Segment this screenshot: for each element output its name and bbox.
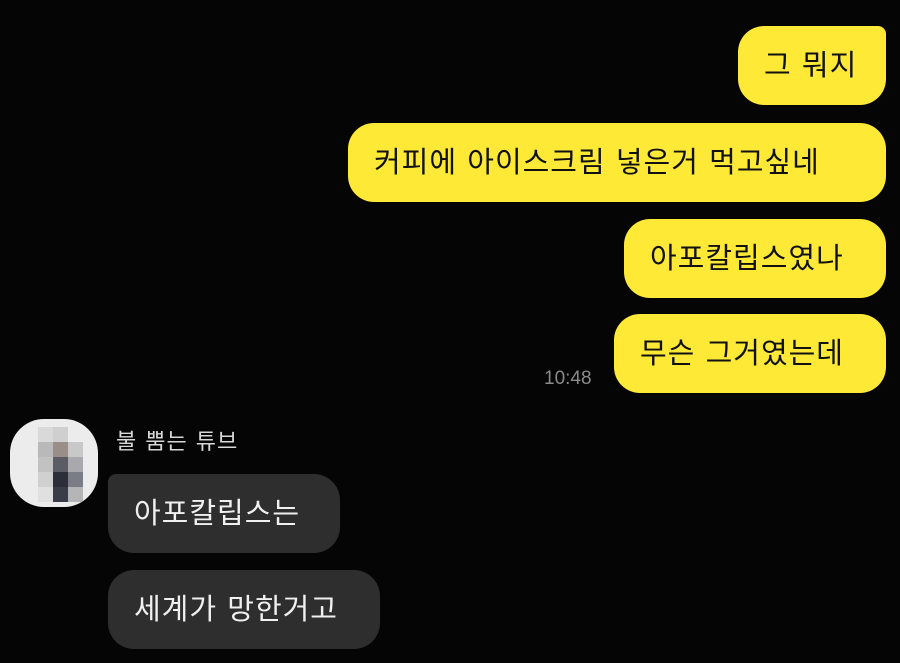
message-text: 커피에 아이스크림 넣은거 먹고싶네 — [374, 145, 820, 179]
incoming-message[interactable]: 아포칼립스는 — [108, 474, 340, 553]
outgoing-message[interactable]: 그 뭐지 — [738, 26, 886, 105]
message-text: 아포칼립스는 — [134, 496, 301, 530]
message-text: 세계가 망한거고 — [134, 592, 338, 626]
incoming-message[interactable]: 세계가 망한거고 — [108, 570, 380, 649]
outgoing-message[interactable]: 커피에 아이스크림 넣은거 먹고싶네 — [348, 123, 886, 202]
sender-name: 불 뿜는 튜브 — [116, 430, 239, 455]
outgoing-message[interactable]: 무슨 그거였는데 — [614, 314, 886, 393]
message-text: 무슨 그거였는데 — [640, 336, 844, 370]
message-text: 그 뭐지 — [764, 48, 858, 82]
message-timestamp: 10:48 — [544, 368, 592, 389]
outgoing-message[interactable]: 아포칼립스였나 — [624, 219, 886, 298]
message-text: 아포칼립스였나 — [650, 241, 844, 275]
avatar[interactable] — [10, 419, 98, 507]
chat-window: 그 뭐지 커피에 아이스크림 넣은거 먹고싶네 아포칼립스였나 무슨 그거였는데… — [0, 0, 900, 663]
